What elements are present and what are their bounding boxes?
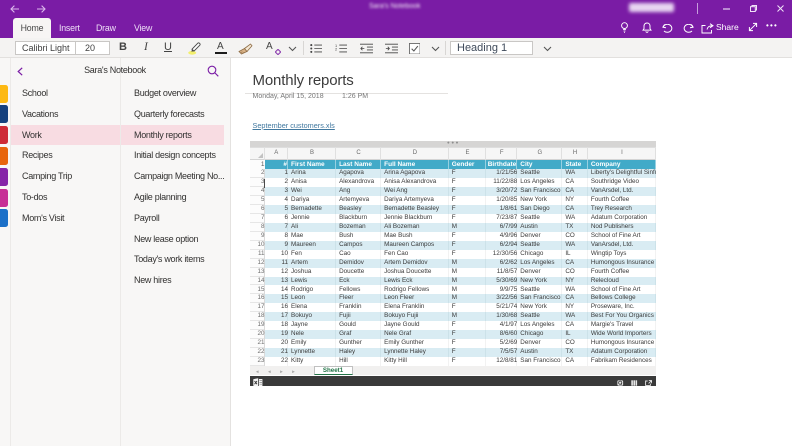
svg-text:2: 2 [335,47,337,51]
